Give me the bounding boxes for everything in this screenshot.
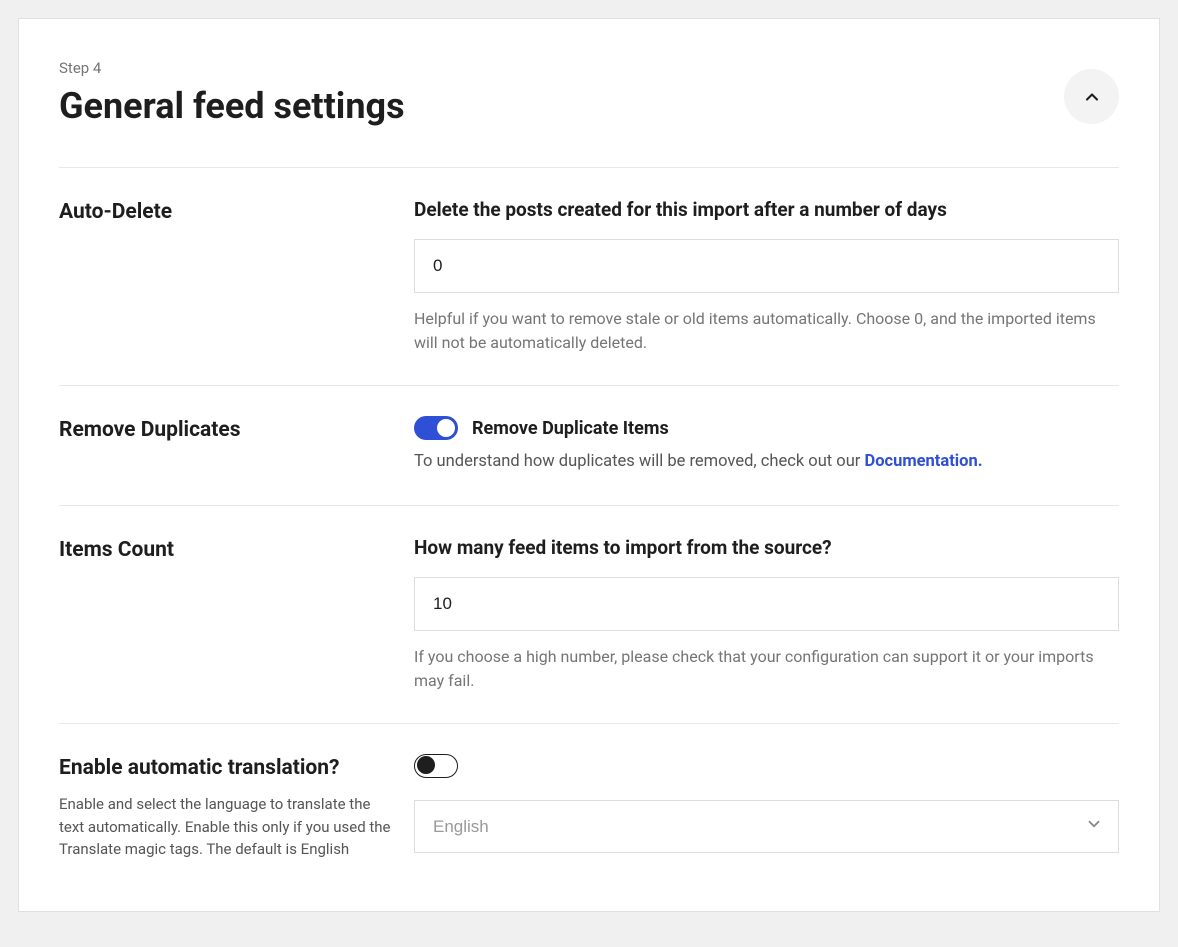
settings-panel: Step 4 General feed settings Auto-Delete… xyxy=(18,18,1160,912)
row-right: How many feed items to import from the s… xyxy=(414,536,1119,693)
toggle-row-duplicates: Remove Duplicate Items xyxy=(414,416,1119,440)
toggle-label-duplicates: Remove Duplicate Items xyxy=(472,418,669,439)
row-items-count: Items Count How many feed items to impor… xyxy=(59,506,1119,724)
language-select-wrap: English xyxy=(414,800,1119,853)
row-right: Delete the posts created for this import… xyxy=(414,198,1119,355)
step-label: Step 4 xyxy=(59,59,405,77)
translation-toggle[interactable] xyxy=(414,754,458,778)
row-left: Auto-Delete xyxy=(59,198,414,355)
toggle-knob xyxy=(417,756,435,774)
panel-title: General feed settings xyxy=(59,85,405,127)
help-text-items-count: If you choose a high number, please chec… xyxy=(414,645,1119,693)
row-remove-duplicates: Remove Duplicates Remove Duplicate Items… xyxy=(59,386,1119,506)
header-titles: Step 4 General feed settings xyxy=(59,59,405,127)
documentation-link[interactable]: Documentation. xyxy=(864,452,982,471)
section-label-auto-delete: Auto-Delete xyxy=(59,198,394,227)
section-label-items-count: Items Count xyxy=(59,536,394,565)
collapse-button[interactable] xyxy=(1064,69,1119,124)
toggle-row-translation xyxy=(414,754,1119,778)
remove-duplicates-toggle[interactable] xyxy=(414,416,458,440)
help-text-auto-delete: Helpful if you want to remove stale or o… xyxy=(414,307,1119,355)
info-prefix: To understand how duplicates will be rem… xyxy=(414,452,864,471)
row-translation: Enable automatic translation? Enable and… xyxy=(59,724,1119,891)
row-right: Remove Duplicate Items To understand how… xyxy=(414,416,1119,475)
row-left: Items Count xyxy=(59,536,414,693)
chevron-up-icon xyxy=(1082,87,1102,107)
section-label-translation: Enable automatic translation? xyxy=(59,754,394,783)
toggle-knob xyxy=(437,419,455,437)
panel-header: Step 4 General feed settings xyxy=(59,59,1119,168)
section-sub-translation: Enable and select the language to transl… xyxy=(59,793,394,861)
language-select[interactable]: English xyxy=(414,800,1119,853)
items-count-input[interactable] xyxy=(414,577,1119,631)
auto-delete-input[interactable] xyxy=(414,239,1119,293)
row-auto-delete: Auto-Delete Delete the posts created for… xyxy=(59,168,1119,386)
info-text-duplicates: To understand how duplicates will be rem… xyxy=(414,450,1119,475)
field-label-auto-delete: Delete the posts created for this import… xyxy=(414,198,1119,221)
section-label-remove-duplicates: Remove Duplicates xyxy=(59,416,394,445)
field-label-items-count: How many feed items to import from the s… xyxy=(414,536,1119,559)
row-left: Enable automatic translation? Enable and… xyxy=(59,754,414,861)
row-right: English xyxy=(414,754,1119,861)
row-left: Remove Duplicates xyxy=(59,416,414,475)
